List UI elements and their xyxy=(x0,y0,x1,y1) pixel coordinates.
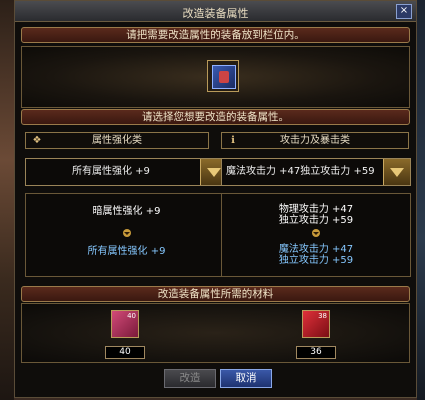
title-bar[interactable]: 改造装备属性 × xyxy=(15,1,416,22)
close-button[interactable]: × xyxy=(396,4,412,19)
attribute-select-header: 请选择您想要改造的装备属性。 xyxy=(21,109,410,125)
current-attack-text-2: 独立攻击力 +59 xyxy=(278,215,354,226)
attack-crit-dropdown[interactable]: 魔法攻击力 +47独立攻击力 +59 xyxy=(221,158,411,186)
background-left xyxy=(0,0,14,400)
background-right xyxy=(417,0,425,400)
result-attack-text-2: 独立攻击力 +59 xyxy=(278,255,354,266)
cancel-button[interactable]: 取消 xyxy=(220,369,272,388)
attribute-enhance-dropdown[interactable]: 所有属性强化 +9 xyxy=(25,158,228,186)
attack-crit-label: 攻击力及暴击类 xyxy=(280,135,350,146)
chevron-down-icon[interactable] xyxy=(383,159,410,185)
material-1-count: 40 xyxy=(105,346,145,359)
material-slot-2[interactable]: 38 xyxy=(302,310,330,338)
sword-icon: ℹ xyxy=(231,135,235,146)
attack-crit-value: 魔法攻击力 +47独立攻击力 +59 xyxy=(226,166,375,177)
attribute-enhance-value: 所有属性强化 +9 xyxy=(72,166,150,177)
dialog-title: 改造装备属性 xyxy=(182,7,249,20)
material-2-count: 36 xyxy=(296,346,336,359)
modify-button[interactable]: 改造 xyxy=(164,369,216,388)
materials-panel: 40 40 38 36 xyxy=(21,303,410,363)
arrow-down-icon xyxy=(312,229,320,237)
attack-crit-category: ℹ 攻击力及暴击类 xyxy=(221,132,409,149)
equipment-slot[interactable] xyxy=(207,60,239,92)
attribute-enhance-label: 属性强化类 xyxy=(92,135,142,146)
materials-header: 改造装备属性所需的材料 xyxy=(21,286,410,302)
gem-icon: ❖ xyxy=(32,135,42,146)
current-attribute-text: 暗属性强化 +9 xyxy=(92,206,161,217)
material-slot-1[interactable]: 40 xyxy=(111,310,139,338)
equipment-drop-area xyxy=(21,46,410,108)
material-1-slot-label: 40 xyxy=(127,312,136,320)
attack-crit-preview: 物理攻击力 +47 独立攻击力 +59 魔法攻击力 +47 独立攻击力 +59 xyxy=(221,193,411,277)
arrow-down-icon xyxy=(122,229,131,237)
material-2-slot-label: 38 xyxy=(318,312,327,320)
attribute-enhance-preview: 暗属性强化 +9 所有属性强化 +9 xyxy=(25,193,228,277)
modify-equipment-dialog: 改造装备属性 × 请把需要改造属性的装备放到栏位内。 请选择您想要改造的装备属性… xyxy=(14,0,417,398)
result-attribute-text: 所有属性强化 +9 xyxy=(87,246,166,257)
attribute-enhance-category: ❖ 属性强化类 xyxy=(25,132,209,149)
equipment-slot-header: 请把需要改造属性的装备放到栏位内。 xyxy=(21,27,410,43)
armor-icon xyxy=(212,65,236,89)
